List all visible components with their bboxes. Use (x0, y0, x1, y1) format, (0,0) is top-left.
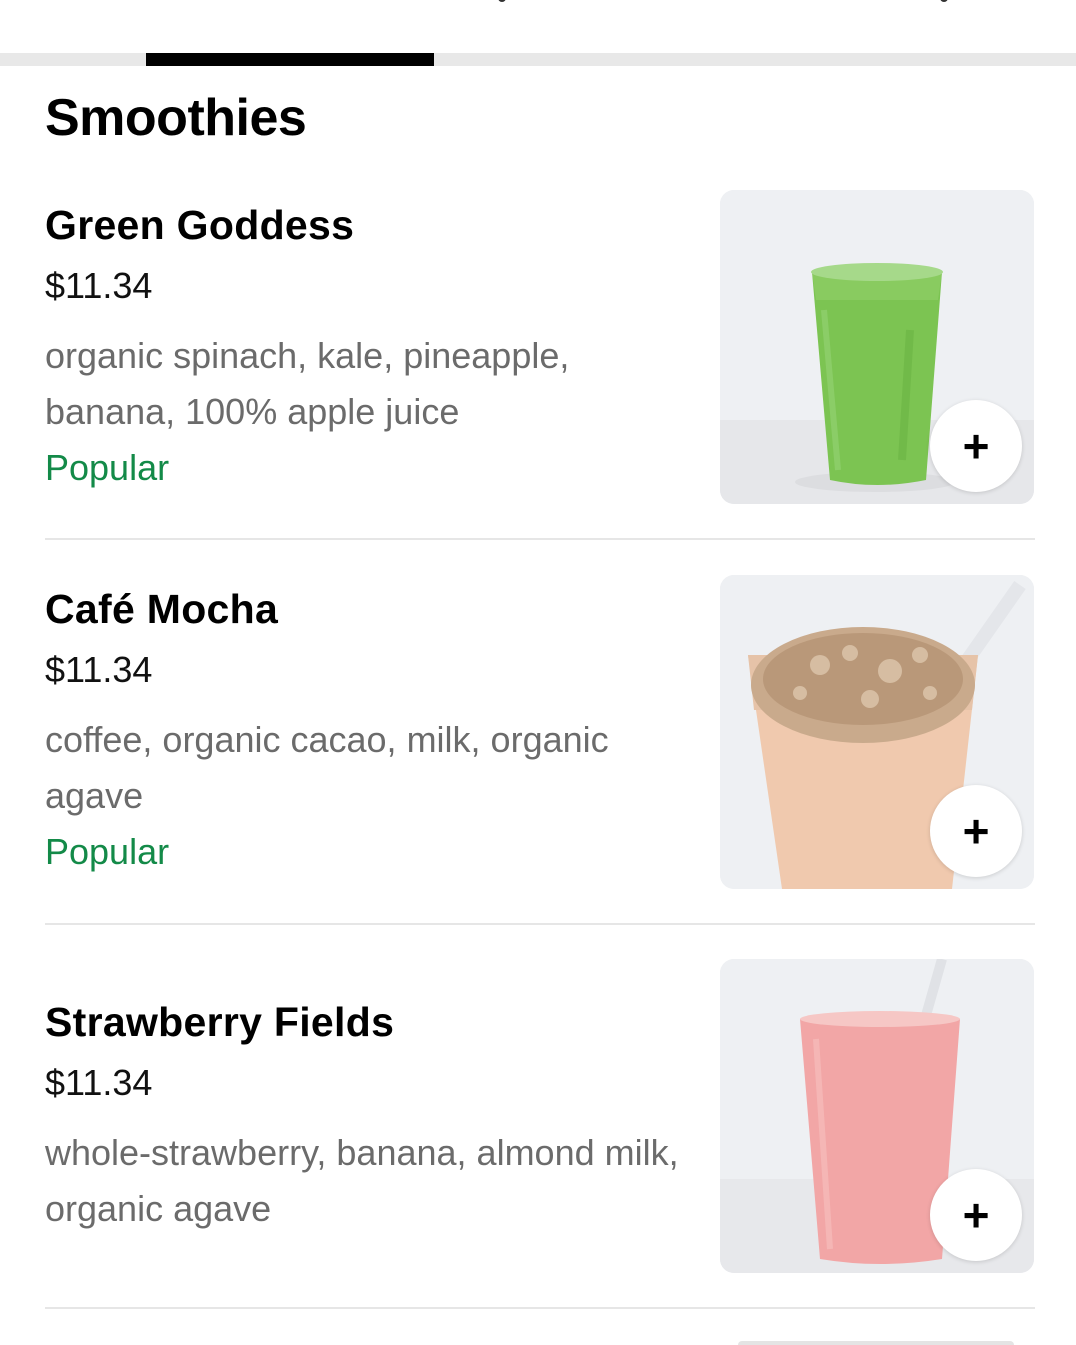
mocha-smoothie-image[interactable]: + (720, 575, 1034, 889)
menu-item-description: organic spinach, kale, pineapple, banana… (45, 335, 570, 432)
popular-badge: Popular (45, 831, 170, 872)
tab-label-fragment[interactable] (498, 0, 506, 2)
popular-badge: Popular (45, 447, 170, 488)
green-smoothie-image[interactable]: + (720, 190, 1034, 504)
strawberry-smoothie-image[interactable]: + (720, 959, 1034, 1273)
menu-item-price: $11.34 (45, 265, 153, 306)
menu-item-text: Café Mocha $11.34 coffee, organic cacao,… (45, 584, 695, 878)
menu-item-price: $11.34 (45, 1062, 153, 1103)
item-divider (45, 923, 1035, 925)
item-divider (45, 1307, 1035, 1309)
menu-item-name: Strawberry Fields (45, 999, 395, 1045)
category-tabs-bar (0, 0, 1076, 52)
menu-item-text: Green Goddess $11.34 organic spinach, ka… (45, 200, 695, 494)
menu-item-description: whole-strawberry, banana, almond milk, o… (45, 1132, 679, 1229)
menu-item-name: Green Goddess (45, 202, 355, 248)
add-to-cart-button[interactable]: + (930, 1169, 1022, 1261)
menu-item-price: $11.34 (45, 649, 153, 690)
menu-item-text: Strawberry Fields $11.34 whole-strawberr… (45, 997, 695, 1237)
next-item-image-edge (738, 1341, 1014, 1345)
section-title: Smoothies (45, 89, 307, 147)
menu-item-name: Café Mocha (45, 586, 279, 632)
plus-icon: + (962, 805, 990, 857)
plus-icon: + (962, 1189, 990, 1241)
menu-page: Smoothies Green Goddess $11.34 organic s… (0, 0, 1076, 1345)
add-to-cart-button[interactable]: + (930, 785, 1022, 877)
add-to-cart-button[interactable]: + (930, 400, 1022, 492)
item-divider (45, 538, 1035, 540)
plus-icon: + (962, 420, 990, 472)
tab-label-fragment[interactable] (940, 0, 948, 2)
menu-item-description: coffee, organic cacao, milk, organic aga… (45, 719, 609, 816)
active-tab-indicator (146, 53, 434, 66)
